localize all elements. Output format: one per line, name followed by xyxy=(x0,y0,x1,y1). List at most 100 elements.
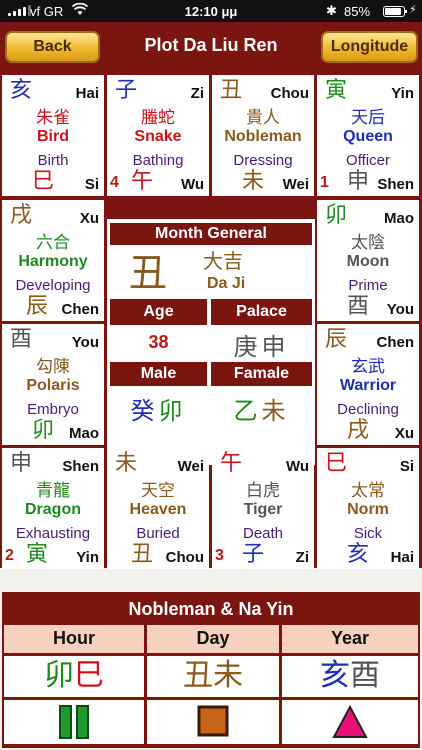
palace-cell-mao[interactable]: 卯 Mao 太陰 Moon Prime 酉 You xyxy=(317,200,419,321)
palace-cell-zi[interactable]: 子 Zi 螣蛇 Snake Bathing 4 午 Wu xyxy=(107,75,209,196)
bottom-branch-char: 寅 xyxy=(26,542,49,567)
top-branch-char: 酉 xyxy=(10,327,33,352)
nayin-symbol-hour[interactable] xyxy=(4,700,144,744)
nav-bar: Back Plot Da Liu Ren Longitude xyxy=(0,22,422,72)
top-branch-pinyin: Zi xyxy=(190,85,204,102)
bottom-branch-pinyin: Shen xyxy=(377,176,414,193)
bottom-branch-char: 酉 xyxy=(347,294,370,319)
top-branch-char: 子 xyxy=(115,78,138,103)
palace-cell-wu[interactable]: 午 Wu 白虎 Tiger Death 3 子 Zi xyxy=(212,448,314,569)
god-cn: 青龍 xyxy=(36,481,70,501)
god-en: Dragon xyxy=(25,501,81,518)
god-en: Moon xyxy=(346,253,390,270)
month-general-pinyin: Da Ji xyxy=(207,275,246,292)
palace-value: 庚申 xyxy=(233,333,290,361)
palace-header: Palace xyxy=(211,299,312,325)
life-stage: Death xyxy=(242,525,284,542)
longitude-button[interactable]: Longitude xyxy=(321,31,418,63)
palace-cell-chen[interactable]: 辰 Chen 玄武 Warrior Declining 戌 Xu xyxy=(317,324,419,445)
life-stage: Bathing xyxy=(132,152,184,169)
nobleman-nayin-panel: Nobleman & Na Yin Hour 卯巳 Day 丑未 Year 亥酉 xyxy=(2,592,420,748)
god-en: Queen xyxy=(343,128,393,145)
age-value: 38 xyxy=(148,332,169,352)
center-panel: Month General 丑 大吉 Da Ji Age Palace 38 庚… xyxy=(107,219,315,465)
top-branch-pinyin: Si xyxy=(399,458,414,475)
god-en: Norm xyxy=(347,501,389,518)
bottom-branch-pinyin: You xyxy=(386,301,414,318)
nayin-char-1: 丑 xyxy=(183,658,213,693)
god-en: Harmony xyxy=(18,253,88,270)
male-branch: 卯 xyxy=(158,397,187,425)
female-branch: 未 xyxy=(261,397,290,425)
top-branch-pinyin: Yin xyxy=(391,85,414,102)
lesson-number: 1 xyxy=(320,174,329,191)
palace-cell-chou[interactable]: 丑 Chou 貴人 Nobleman Dressing 未 Wei xyxy=(212,75,314,196)
palace-cell-shen[interactable]: 申 Shen 青龍 Dragon Exhausting 2 寅 Yin xyxy=(2,448,104,569)
god-cn: 玄武 xyxy=(351,357,385,377)
month-general-char: 丑 xyxy=(129,251,168,295)
male-stem: 癸 xyxy=(130,397,159,425)
god-cn: 貴人 xyxy=(246,108,280,128)
life-stage: Declining xyxy=(337,401,399,418)
bottom-branch-pinyin: Si xyxy=(84,176,99,193)
palace-cell-hai[interactable]: 亥 Hai 朱雀 Bird Birth 巳 Si xyxy=(2,75,104,196)
nayin-chars-year[interactable]: 亥酉 xyxy=(282,656,418,697)
god-en: Tiger xyxy=(243,501,283,518)
bottom-branch-char: 未 xyxy=(242,169,265,194)
nayin-char-2: 酉 xyxy=(350,658,380,693)
top-branch-pinyin: Shen xyxy=(62,458,99,475)
god-en: Snake xyxy=(134,128,182,145)
god-cn: 螣蛇 xyxy=(141,108,175,128)
age-header: Age xyxy=(110,299,207,325)
god-cn: 天空 xyxy=(141,481,175,501)
palace-cell-wei[interactable]: 未 Wei 天空 Heaven Buried 丑 Chou xyxy=(107,448,209,569)
top-branch-char: 卯 xyxy=(325,203,348,228)
nayin-chars-day[interactable]: 丑未 xyxy=(147,656,279,697)
palace-cell-xu[interactable]: 戌 Xu 六合 Harmony Developing 辰 Chen xyxy=(2,200,104,321)
top-branch-pinyin: Mao xyxy=(384,210,414,227)
bluetooth-icon: ✱ xyxy=(326,3,337,18)
top-branch-char: 亥 xyxy=(10,78,33,103)
bottom-branch-pinyin: Yin xyxy=(76,549,99,566)
triangle-icon xyxy=(332,704,368,743)
nayin-symbol-day[interactable] xyxy=(147,700,279,744)
month-general-header: Month General xyxy=(110,223,312,245)
female-header: Famale xyxy=(211,362,312,386)
top-branch-char: 未 xyxy=(115,451,138,476)
life-stage: Developing xyxy=(15,277,91,294)
charging-icon: ⚡ xyxy=(409,4,417,16)
god-en: Heaven xyxy=(129,501,187,518)
top-branch-pinyin: You xyxy=(71,334,99,351)
top-branch-pinyin: Chen xyxy=(376,334,415,351)
female-stem: 乙 xyxy=(233,397,262,425)
god-cn: 白虎 xyxy=(246,481,280,501)
palace-cell-si[interactable]: 巳 Si 太常 Norm Sick 亥 Hai xyxy=(317,448,419,569)
palace-cell-yin[interactable]: 寅 Yin 天后 Queen Officer 1 申 Shen xyxy=(317,75,419,196)
nayin-char-1: 卯 xyxy=(44,658,74,693)
nayin-char-2: 巳 xyxy=(74,658,104,693)
female-value: 乙未 xyxy=(211,391,312,426)
bottom-branch-char: 午 xyxy=(131,169,154,194)
battery-percent: 85% xyxy=(344,4,371,19)
god-cn: 朱雀 xyxy=(36,108,70,128)
god-cn: 勾陳 xyxy=(36,357,70,377)
top-branch-char: 申 xyxy=(10,451,33,476)
top-branch-pinyin: Wei xyxy=(177,458,204,475)
battery-icon xyxy=(383,6,407,17)
top-branch-pinyin: Wu xyxy=(285,458,309,475)
bottom-branch-char: 申 xyxy=(347,169,370,194)
lesson-number: 4 xyxy=(110,174,119,191)
life-stage: Prime xyxy=(348,277,388,294)
nayin-symbol-year[interactable] xyxy=(282,700,418,744)
square-icon xyxy=(197,705,229,741)
life-stage: Exhausting xyxy=(15,525,91,542)
bottom-branch-pinyin: Wu xyxy=(180,176,204,193)
lesson-number: 2 xyxy=(5,547,14,564)
bottom-branch-char: 辰 xyxy=(26,294,49,319)
lesson-number: 3 xyxy=(215,547,224,564)
palace-cell-you[interactable]: 酉 You 勾陳 Polaris Embryo 卯 Mao xyxy=(2,324,104,445)
bottom-branch-pinyin: Hai xyxy=(390,549,414,566)
nayin-header-year: Year xyxy=(282,625,418,653)
nayin-chars-hour[interactable]: 卯巳 xyxy=(4,656,144,697)
god-cn: 太常 xyxy=(351,481,385,501)
